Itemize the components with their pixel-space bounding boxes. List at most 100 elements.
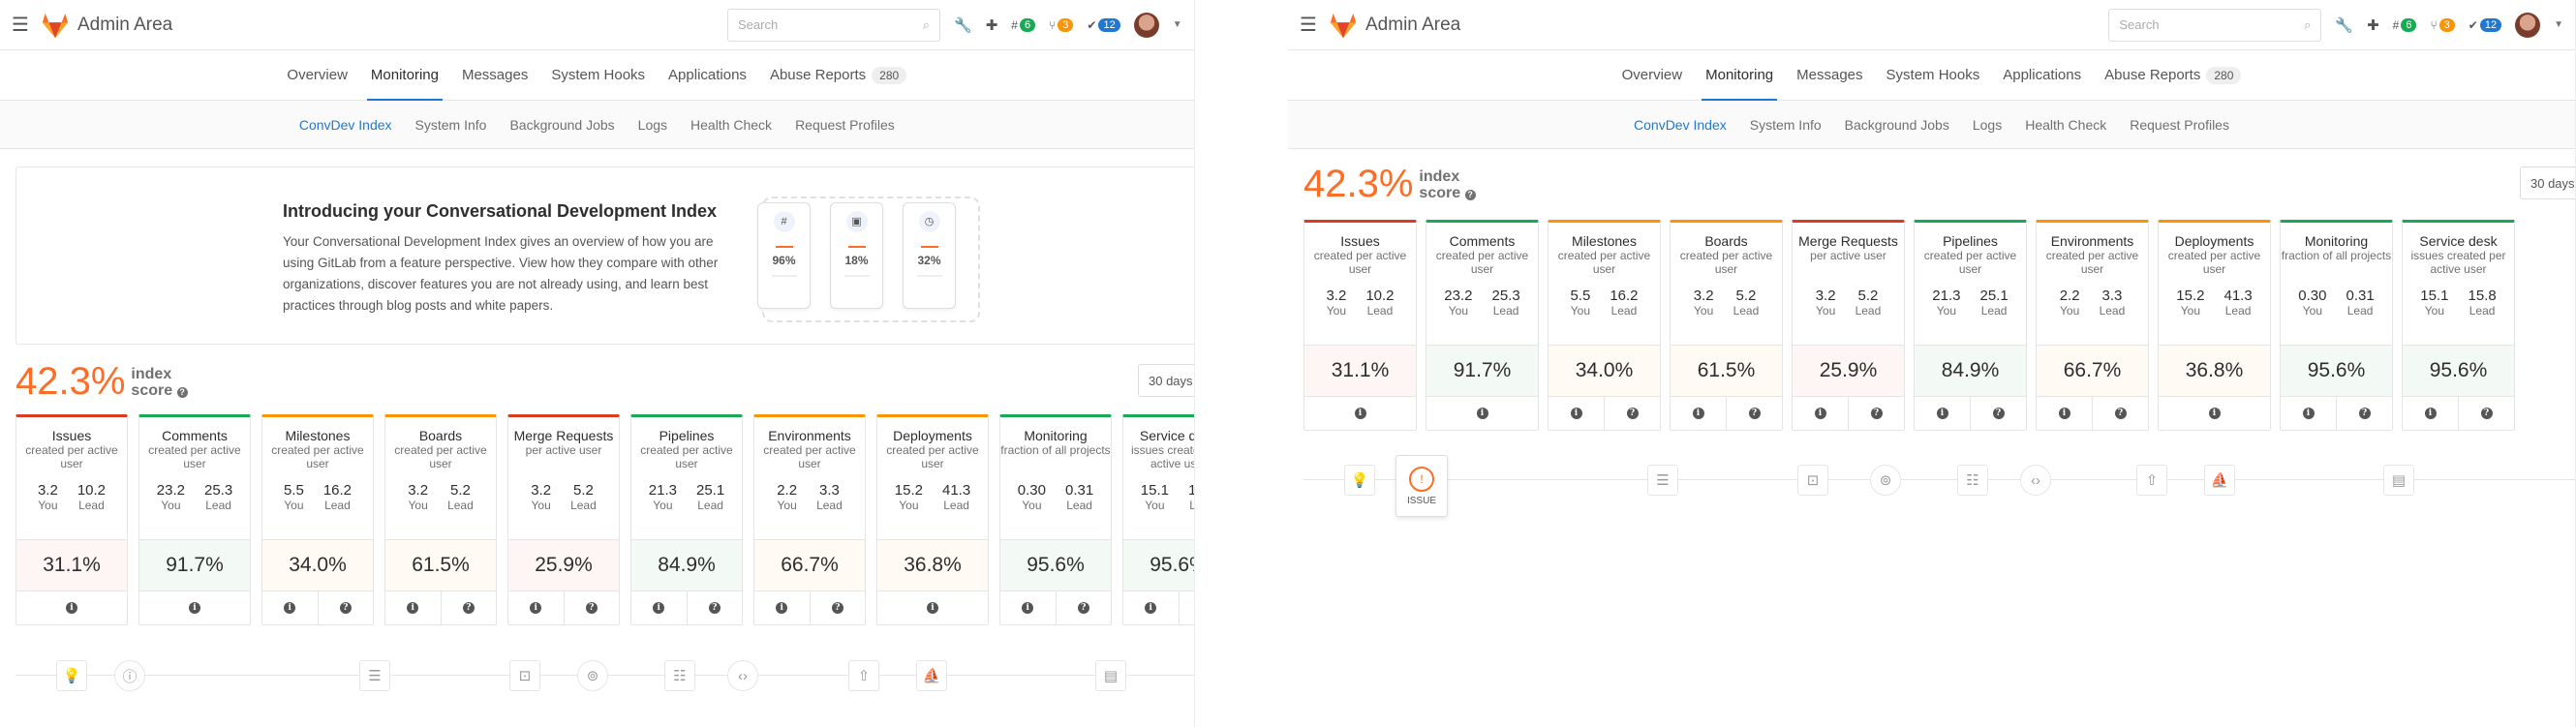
info-link[interactable]: i: [754, 591, 810, 624]
subtab-background-jobs[interactable]: Background Jobs: [498, 117, 626, 133]
help-link[interactable]: ?: [2336, 397, 2392, 430]
tab-monitoring[interactable]: Monitoring: [359, 50, 450, 101]
issues-badge[interactable]: #6: [1011, 17, 1036, 32]
timeline-node[interactable]: ▤: [1095, 660, 1126, 691]
info-link[interactable]: i: [2159, 397, 2270, 430]
period-dropdown[interactable]: 30 days▾: [2520, 167, 2575, 199]
timeline-node[interactable]: ‹›: [727, 660, 758, 691]
subtab-request-profiles[interactable]: Request Profiles: [783, 117, 906, 133]
question-icon[interactable]: ?: [1464, 189, 1476, 200]
subtab-convdev-index[interactable]: ConvDev Index: [1622, 117, 1738, 133]
subtab-health-check[interactable]: Health Check: [2013, 117, 2118, 133]
issues-badge[interactable]: #6: [2393, 17, 2417, 32]
merge-requests-badge[interactable]: ⑂ 3: [1049, 17, 1074, 32]
timeline-node[interactable]: ⛵: [2204, 465, 2235, 496]
subtab-system-info[interactable]: System Info: [1738, 117, 1833, 133]
subtab-convdev-index[interactable]: ConvDev Index: [288, 117, 404, 133]
tab-system-hooks[interactable]: System Hooks: [539, 50, 657, 101]
tab-messages[interactable]: Messages: [1785, 50, 1874, 101]
chevron-down-icon[interactable]: ▼: [2554, 19, 2563, 30]
tab-abuse-reports[interactable]: Abuse Reports 280: [2093, 50, 2253, 101]
info-link[interactable]: i: [385, 591, 441, 624]
info-link[interactable]: i: [2281, 397, 2336, 430]
help-link[interactable]: ?: [686, 591, 743, 624]
plus-icon[interactable]: ✚: [986, 16, 998, 34]
help-link[interactable]: ?: [1055, 591, 1112, 624]
timeline-node[interactable]: 💡: [56, 660, 87, 691]
wrench-icon[interactable]: 🔧: [2335, 16, 2353, 34]
search-input[interactable]: Search ⌕: [727, 8, 940, 42]
timeline-node[interactable]: ⊡: [1797, 465, 1828, 496]
info-link[interactable]: i: [2037, 397, 2092, 430]
info-link[interactable]: i: [1123, 591, 1179, 624]
info-link[interactable]: i: [1304, 397, 1416, 430]
timeline-node[interactable]: ▤: [2383, 465, 2414, 496]
info-link[interactable]: i: [139, 591, 250, 624]
help-link[interactable]: ?: [1178, 591, 1194, 624]
help-link[interactable]: ?: [1848, 397, 1904, 430]
timeline-node[interactable]: ⓘ: [114, 660, 145, 691]
search-input[interactable]: Search ⌕: [2108, 8, 2322, 42]
timeline-node[interactable]: ⊚: [1870, 465, 1901, 496]
timeline-node[interactable]: 💡: [1344, 465, 1375, 496]
timeline-node[interactable]: ☷: [664, 660, 695, 691]
hamburger-icon[interactable]: ☰: [1300, 13, 1323, 37]
info-link[interactable]: i: [508, 591, 564, 624]
timeline-node[interactable]: ☰: [359, 660, 390, 691]
timeline-node-selected[interactable]: ! ISSUE: [1395, 455, 1448, 517]
chevron-down-icon[interactable]: ▼: [1173, 19, 1182, 30]
merge-requests-badge[interactable]: ⑂ 3: [2430, 17, 2455, 32]
info-link[interactable]: i: [631, 591, 687, 624]
tab-overview[interactable]: Overview: [1610, 50, 1695, 101]
subtab-logs[interactable]: Logs: [1961, 117, 2013, 133]
question-icon[interactable]: ?: [176, 386, 188, 398]
todos-badge[interactable]: ✔ 12: [2469, 17, 2502, 32]
help-link[interactable]: ?: [1970, 397, 2026, 430]
info-link[interactable]: i: [877, 591, 988, 624]
info-link[interactable]: i: [1915, 397, 1970, 430]
wrench-icon[interactable]: 🔧: [954, 16, 972, 34]
tab-abuse-reports[interactable]: Abuse Reports 280: [758, 50, 918, 101]
help-link[interactable]: ?: [1604, 397, 1660, 430]
period-dropdown[interactable]: 30 days▾: [1138, 364, 1194, 397]
subtab-logs[interactable]: Logs: [627, 117, 679, 133]
help-link[interactable]: ?: [317, 591, 374, 624]
info-link[interactable]: i: [1671, 397, 1726, 430]
help-link[interactable]: ?: [809, 591, 866, 624]
subtab-system-info[interactable]: System Info: [404, 117, 499, 133]
plus-icon[interactable]: ✚: [2367, 16, 2379, 34]
gitlab-logo-icon[interactable]: [1329, 11, 1358, 40]
timeline-node[interactable]: ⛵: [916, 660, 947, 691]
tab-messages[interactable]: Messages: [450, 50, 539, 101]
timeline-node[interactable]: ⊡: [509, 660, 540, 691]
avatar[interactable]: [2515, 12, 2541, 38]
subtab-health-check[interactable]: Health Check: [679, 117, 783, 133]
gitlab-logo-icon[interactable]: [41, 11, 70, 40]
info-link[interactable]: i: [1549, 397, 1604, 430]
tab-monitoring[interactable]: Monitoring: [1694, 50, 1785, 101]
tab-applications[interactable]: Applications: [657, 50, 758, 101]
tab-system-hooks[interactable]: System Hooks: [1875, 50, 1992, 101]
timeline-node[interactable]: ‹›: [2020, 465, 2051, 496]
info-link[interactable]: i: [2403, 397, 2458, 430]
hamburger-icon[interactable]: ☰: [12, 13, 35, 37]
timeline-node[interactable]: ☷: [1957, 465, 1988, 496]
todos-badge[interactable]: ✔ 12: [1087, 17, 1120, 32]
timeline-node[interactable]: ⇧: [848, 660, 879, 691]
timeline-node[interactable]: ⊚: [577, 660, 608, 691]
info-link[interactable]: i: [1000, 591, 1056, 624]
tab-applications[interactable]: Applications: [1991, 50, 2093, 101]
info-link[interactable]: i: [16, 591, 127, 624]
subtab-request-profiles[interactable]: Request Profiles: [2118, 117, 2241, 133]
subtab-background-jobs[interactable]: Background Jobs: [1833, 117, 1961, 133]
timeline-node[interactable]: ⇧: [2136, 465, 2167, 496]
info-link[interactable]: i: [1793, 397, 1848, 430]
help-link[interactable]: ?: [440, 591, 497, 624]
help-link[interactable]: ?: [2092, 397, 2148, 430]
help-link[interactable]: ?: [2458, 397, 2514, 430]
tab-overview[interactable]: Overview: [275, 50, 359, 101]
timeline-node[interactable]: ☰: [1647, 465, 1678, 496]
help-link[interactable]: ?: [563, 591, 620, 624]
avatar[interactable]: [1133, 12, 1159, 38]
info-link[interactable]: i: [1426, 397, 1538, 430]
